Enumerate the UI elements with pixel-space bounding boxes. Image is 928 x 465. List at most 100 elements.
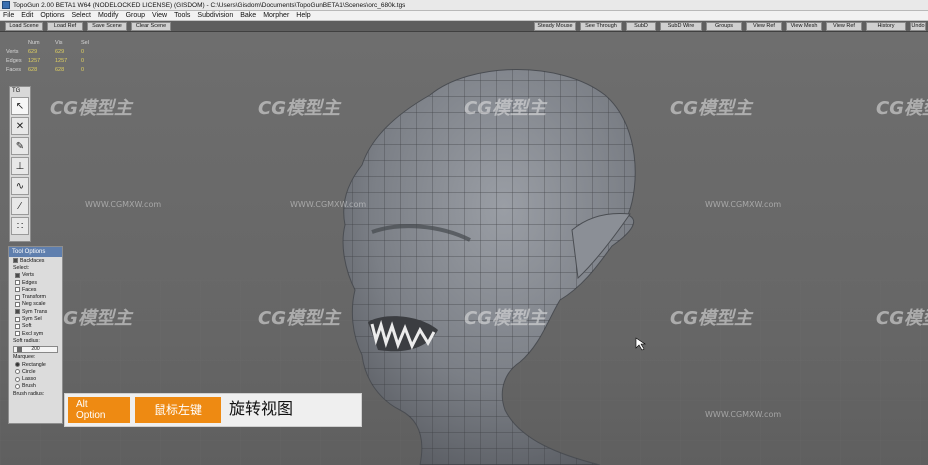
select-faces-checkbox[interactable]: Faces [9, 286, 62, 293]
view-mesh-button[interactable]: View Mesh [786, 22, 822, 31]
radio-label: Lasso [22, 376, 37, 383]
menu-tools[interactable]: Tools [174, 12, 190, 19]
load-ref-button[interactable]: Load Ref [47, 22, 83, 31]
checkbox-label: Verts [22, 272, 35, 279]
shortcut-caption: Alt Option 鼠标左键 旋转视图 [64, 393, 362, 427]
menu-morpher[interactable]: Morpher [263, 12, 289, 19]
sym-sel-checkbox[interactable]: Sym Sel [9, 315, 62, 322]
menu-select[interactable]: Select [71, 12, 90, 19]
marquee-label: Marquee: [13, 354, 36, 361]
save-scene-button[interactable]: Save Scene [87, 22, 127, 31]
tool-options-title: Tool Options [9, 247, 62, 257]
subd-wire-button[interactable]: SubD Wire [660, 22, 702, 31]
radio-label: Circle [22, 368, 36, 375]
backfaces-checkbox[interactable]: Backfaces [9, 257, 62, 264]
caption-key-alt-line1: Alt [76, 399, 88, 410]
checkbox-label: Sym Sel [22, 316, 42, 323]
subd-button[interactable]: SubD [626, 22, 656, 31]
stats-sel: 0 [81, 66, 85, 73]
stats-row-verts: Verts 629 629 0 [6, 47, 101, 56]
stats-row-edges: Edges 1257 1257 0 [6, 56, 101, 65]
see-through-button[interactable]: See Through [580, 22, 622, 31]
checkbox-label: Soft [22, 323, 32, 330]
transform-checkbox[interactable]: Transform [9, 293, 62, 300]
caption-key-mouse: 鼠标左键 [135, 397, 221, 423]
checkbox-icon [15, 331, 20, 337]
tg-panel-label: TG [12, 88, 21, 94]
tg-tools-panel: TG ↖ ✕ ✎ ⊥ ∿ ∕ ∷ [9, 86, 31, 242]
caption-key-alt-line2: Option [76, 410, 106, 421]
watermark-url: WWW.CGMXW.com [705, 410, 782, 419]
menu-subdivision[interactable]: Subdivision [197, 12, 233, 19]
neg-scale-checkbox[interactable]: Neg scale [9, 301, 62, 308]
radio-icon [15, 383, 20, 389]
stats-row-faces: Faces 628 628 0 [6, 65, 101, 74]
tool-options-panel: Tool Options Backfaces Select: Verts Edg… [8, 246, 63, 424]
checkbox-icon [15, 309, 20, 315]
checkbox-label: Excl sym [22, 330, 44, 337]
groups-button[interactable]: Groups [706, 22, 742, 31]
stats-sel: 0 [81, 57, 85, 64]
select-arrow-icon[interactable]: ↖ [11, 97, 29, 115]
watermark-logo: CG模型主 [464, 308, 546, 329]
tweak-icon[interactable]: ∷ [11, 217, 29, 235]
marquee-rectangle-radio[interactable]: Rectangle [9, 361, 62, 368]
watermark-logo: CG模型主 [258, 308, 340, 329]
menu-edit[interactable]: Edit [21, 12, 33, 19]
menu-bake[interactable]: Bake [240, 12, 256, 19]
radio-label: Brush [22, 383, 36, 390]
watermark-logo: CG模型主 [670, 98, 752, 119]
stats-num: 629 [28, 48, 38, 55]
checkbox-icon [15, 287, 20, 293]
window-titlebar: TopoGun 2.00 BETA1 W64 (NODELOCKED LICEN… [0, 0, 928, 11]
toolbar: Load Scene Load Ref Save Scene Clear Sce… [0, 21, 928, 32]
checkbox-icon [15, 280, 20, 286]
select-verts-checkbox[interactable]: Verts [9, 272, 62, 279]
watermark-logo: CG模型主 [670, 308, 752, 329]
marquee-circle-radio[interactable]: Circle [9, 368, 62, 375]
window-title: TopoGun 2.00 BETA1 W64 (NODELOCKED LICEN… [13, 1, 406, 9]
watermark-logo: CG模型主 [876, 98, 928, 119]
watermark-url: WWW.CGMXW.com [85, 200, 162, 209]
stats-label: Edges [6, 57, 22, 64]
soft-checkbox[interactable]: Soft [9, 323, 62, 330]
slider-knob[interactable] [17, 346, 22, 352]
undo-button[interactable]: Undo [910, 22, 926, 31]
line-tool-icon[interactable]: ∕ [11, 197, 29, 215]
history-button[interactable]: History [866, 22, 906, 31]
soft-radius-value: 200 [31, 345, 40, 352]
select-edges-checkbox[interactable]: Edges [9, 279, 62, 286]
watermark-logo: CG模型主 [876, 308, 928, 329]
brush-icon[interactable]: ∿ [11, 177, 29, 195]
pin-icon[interactable]: ⊥ [11, 157, 29, 175]
menu-options[interactable]: Options [40, 12, 64, 19]
menu-help[interactable]: Help [296, 12, 310, 19]
sym-trans-checkbox[interactable]: Sym Trans [9, 308, 62, 315]
watermark-logo: CG模型主 [50, 98, 132, 119]
watermark-url: WWW.CGMXW.com [290, 200, 367, 209]
excl-sym-checkbox[interactable]: Excl sym [9, 330, 62, 337]
pen-icon[interactable]: ✎ [11, 137, 29, 155]
stats-sel: 0 [81, 48, 85, 55]
steady-mouse-button[interactable]: Steady Mouse [534, 22, 576, 31]
menu-modify[interactable]: Modify [98, 12, 119, 19]
menu-file[interactable]: File [3, 12, 14, 19]
view-ref-button[interactable]: View Ref [746, 22, 782, 31]
radio-icon [15, 362, 20, 367]
marquee-lasso-radio[interactable]: Lasso [9, 375, 62, 382]
stats-header-vis: Vis [55, 39, 63, 46]
soft-radius-slider[interactable]: 200 [13, 345, 58, 353]
checkbox-icon [15, 323, 20, 329]
checkbox-icon [15, 316, 20, 322]
stats-label: Verts [6, 48, 19, 55]
stats-num: 628 [28, 66, 38, 73]
menu-group[interactable]: Group [126, 12, 145, 19]
cross-icon[interactable]: ✕ [11, 117, 29, 135]
checkbox-label: Transform [22, 294, 46, 301]
clear-scene-button[interactable]: Clear Scene [131, 22, 171, 31]
menu-view[interactable]: View [152, 12, 167, 19]
stats-header-num: Num [28, 39, 40, 46]
marquee-brush-radio[interactable]: Brush [9, 383, 62, 390]
load-scene-button[interactable]: Load Scene [5, 22, 43, 31]
view-ref-2-button[interactable]: View Ref [826, 22, 862, 31]
